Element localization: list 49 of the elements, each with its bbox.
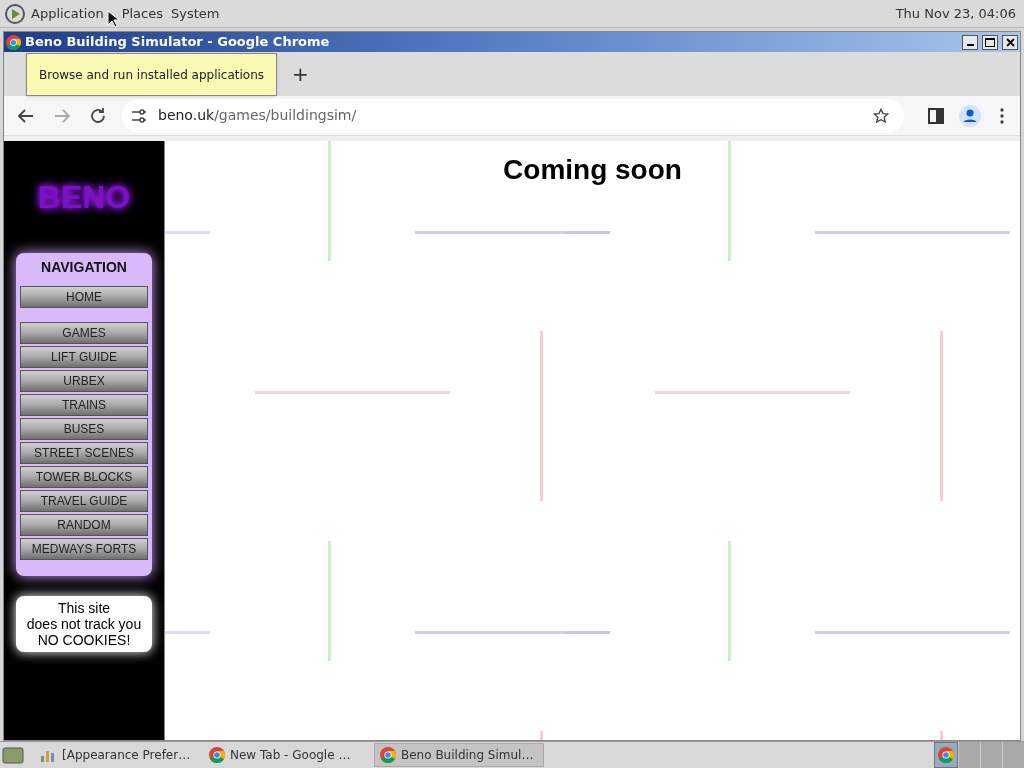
url-text: beno.uk/games/buildingsim/ xyxy=(158,106,358,125)
address-bar[interactable]: beno.uk/games/buildingsim/ xyxy=(122,98,904,133)
nav-button[interactable]: TOWER BLOCKS xyxy=(20,466,148,488)
workspace-switcher[interactable] xyxy=(934,742,1024,768)
nav-button[interactable]: STREET SCENES xyxy=(20,442,148,464)
taskbar-button[interactable]: New Tab - Google … xyxy=(204,743,374,767)
taskbar-label: [Appearance Prefer… xyxy=(62,747,191,764)
panel-menu[interactable]: Application xyxy=(31,3,104,24)
notice-text: NO COOKIES! xyxy=(37,632,131,648)
nav-button[interactable]: TRAINS xyxy=(20,394,148,416)
nav-button[interactable]: GAMES xyxy=(20,322,148,344)
nav-button[interactable]: HOME xyxy=(20,286,148,308)
taskbar-label: Beno Building Simul… xyxy=(401,747,534,764)
navigation-title: NAVIGATION xyxy=(40,258,128,277)
minimize-button[interactable] xyxy=(962,34,978,50)
maximize-icon xyxy=(985,37,995,47)
system-logo-icon[interactable] xyxy=(4,2,26,25)
panel-menu[interactable]: System xyxy=(171,3,220,24)
taskbar-button[interactable]: Beno Building Simul… xyxy=(374,743,544,767)
profile-icon[interactable] xyxy=(958,103,982,128)
notice-text: This site xyxy=(57,600,111,616)
browser-logo-icon xyxy=(209,747,225,763)
notice-text: does not track you xyxy=(26,616,142,632)
window-title: Beno Building Simulator - Google Chrome xyxy=(25,33,330,52)
browser-logo-icon xyxy=(938,747,954,763)
show-desktop-icon[interactable] xyxy=(2,745,24,765)
maximize-button[interactable] xyxy=(982,34,998,50)
mouse-cursor-icon xyxy=(107,10,119,28)
browser-logo-icon xyxy=(380,747,396,763)
bookmark-star-icon[interactable] xyxy=(872,106,890,125)
page-heading: Coming soon xyxy=(503,153,682,187)
taskbar-label: New Tab - Google … xyxy=(230,747,351,764)
minimize-icon xyxy=(966,44,974,46)
panel-menu[interactable]: Places xyxy=(121,3,163,24)
browser-logo-icon xyxy=(6,34,21,50)
side-panel-icon[interactable] xyxy=(926,105,946,126)
nav-button[interactable]: URBEX xyxy=(20,370,148,392)
taskbar-button[interactable]: [Appearance Prefer… xyxy=(34,743,204,767)
clock: Thu Nov 23, 04:06 xyxy=(895,4,1017,23)
nav-button[interactable]: RANDOM xyxy=(20,514,148,536)
site-settings-icon[interactable] xyxy=(130,106,148,125)
nav-button[interactable]: LIFT GUIDE xyxy=(20,346,148,368)
new-tab-button[interactable]: + xyxy=(288,59,313,89)
nav-button[interactable]: MEDWAYS FORTS xyxy=(20,538,148,560)
nav-button[interactable]: TRAVEL GUIDE xyxy=(20,490,148,512)
nav-button[interactable]: BUSES xyxy=(20,418,148,440)
close-button[interactable] xyxy=(1002,34,1018,50)
close-icon xyxy=(1005,37,1015,47)
tooltip: Browse and run installed applications xyxy=(26,53,278,96)
